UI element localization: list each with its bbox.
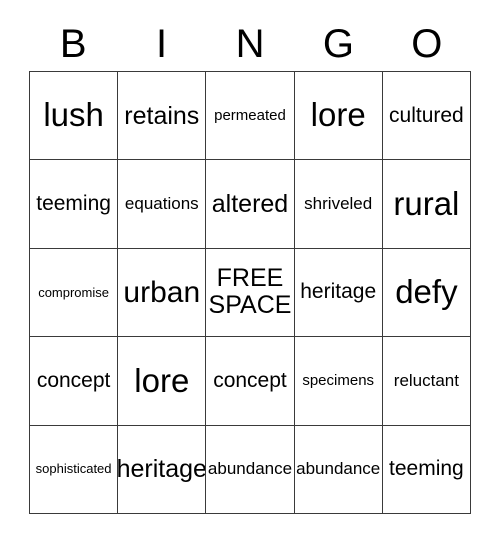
bingo-grid: lush retains permeated lore cultured teeming e… <box>29 71 471 514</box>
bingo-cell[interactable]: rural <box>382 160 471 249</box>
bingo-cell-word: sophisticated <box>35 461 112 477</box>
bingo-cell[interactable]: teeming <box>382 425 471 514</box>
bingo-cell[interactable]: retains <box>118 72 207 161</box>
bingo-cell-word: heritage <box>118 455 207 484</box>
bingo-cell[interactable]: compromise <box>30 248 119 338</box>
bingo-cell-word: defy <box>395 273 458 311</box>
bingo-cell[interactable]: cultured <box>382 72 471 161</box>
bingo-header-letter-b: B <box>59 21 87 66</box>
bingo-cell-word: shriveled <box>304 194 373 214</box>
bingo-cell[interactable]: teeming <box>30 160 119 249</box>
bingo-cell-word: altered <box>211 189 289 218</box>
bingo-cell[interactable]: sophisticated <box>30 425 119 514</box>
bingo-card: B I N G O lush retains permeated lore cultur… <box>0 0 500 544</box>
bingo-cell-word: urban <box>123 275 201 309</box>
bingo-cell-word: equations <box>124 194 199 214</box>
bingo-cell[interactable]: urban <box>118 248 207 338</box>
bingo-cell[interactable]: abundance <box>294 425 383 514</box>
bingo-header-letter-n: N <box>235 21 265 66</box>
bingo-cell[interactable]: lush <box>30 72 119 161</box>
bingo-cell[interactable]: lore <box>118 337 207 426</box>
bingo-cell[interactable]: defy <box>382 248 471 338</box>
bingo-cell-word: retains <box>124 101 200 130</box>
free-space-label: FREE SPACE <box>208 264 292 320</box>
bingo-cell[interactable]: lore <box>294 72 383 161</box>
bingo-cell-word: specimens <box>302 372 375 390</box>
bingo-cell[interactable]: heritage <box>118 425 207 514</box>
bingo-header-letter-o: O <box>411 21 443 66</box>
bingo-cell-word: reluctant <box>393 370 459 390</box>
bingo-cell[interactable]: concept <box>30 337 119 426</box>
bingo-cell[interactable]: heritage <box>294 248 383 338</box>
bingo-cell-word: lore <box>134 361 190 399</box>
bingo-cell[interactable]: specimens <box>294 337 383 426</box>
bingo-cell-word: concept <box>36 368 111 392</box>
bingo-header-letter-i: I <box>156 21 168 66</box>
bingo-header-row: B I N G O <box>29 16 471 71</box>
bingo-cell[interactable]: equations <box>118 160 207 249</box>
bingo-cell-word: abundance <box>296 459 381 479</box>
bingo-header-letter-g: G <box>322 21 354 66</box>
bingo-cell[interactable]: abundance <box>206 425 295 514</box>
bingo-cell[interactable]: altered <box>206 160 295 249</box>
bingo-cell-word: heritage <box>300 280 377 304</box>
bingo-cell-word: compromise <box>38 284 109 300</box>
bingo-cell-word: concept <box>213 368 287 392</box>
bingo-cell-word: teeming <box>36 192 111 216</box>
bingo-cell-word: lush <box>43 96 104 134</box>
bingo-cell-word: permeated <box>214 106 286 124</box>
bingo-cell-word: cultured <box>389 103 464 127</box>
bingo-cell-word: lore <box>310 96 366 134</box>
bingo-cell[interactable]: shriveled <box>294 160 383 249</box>
bingo-cell[interactable]: concept <box>206 337 295 426</box>
bingo-cell[interactable]: permeated <box>206 72 295 161</box>
bingo-cell-word: rural <box>393 184 460 222</box>
bingo-cell[interactable]: reluctant <box>382 337 471 426</box>
bingo-cell-word: teeming <box>389 457 464 481</box>
bingo-cell-word: abundance <box>207 459 293 479</box>
bingo-cell-free-space[interactable]: FREE SPACE <box>206 248 295 338</box>
